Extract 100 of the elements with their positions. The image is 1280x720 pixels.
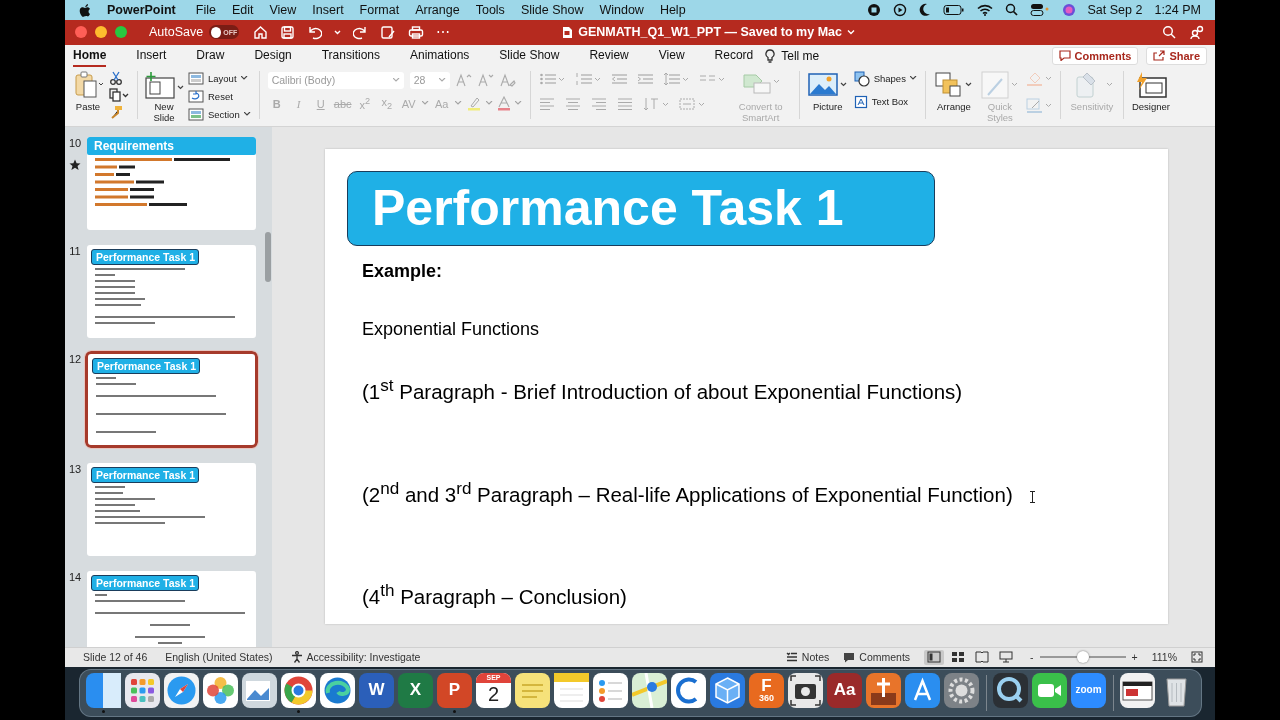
language-button[interactable]: English (United States) [165, 651, 273, 664]
share-button[interactable]: Share [1146, 46, 1207, 65]
fit-window-icon[interactable] [1191, 651, 1203, 664]
layout-button[interactable]: Layout [188, 71, 251, 87]
lens-icon[interactable] [993, 672, 1028, 708]
search-icon[interactable] [1162, 25, 1176, 40]
moon-icon[interactable] [918, 2, 931, 17]
ribbon-tab[interactable]: Transitions [321, 44, 380, 67]
app-menu[interactable]: PowerPoint [91, 2, 188, 17]
apple-icon[interactable] [79, 2, 91, 17]
designer-button[interactable]: Designer [1131, 71, 1170, 113]
wifi-icon[interactable] [976, 3, 993, 16]
zoom-in-button[interactable]: + [1131, 651, 1138, 664]
zoom-slider-thumb[interactable] [1076, 651, 1089, 664]
menu-item[interactable]: File [187, 2, 224, 17]
menu-item[interactable]: Arrange [407, 2, 468, 17]
cube-icon[interactable] [710, 672, 745, 708]
flower-icon[interactable] [203, 672, 238, 708]
section-button[interactable]: Section [188, 107, 251, 123]
shapes-button[interactable]: Shapes [853, 71, 917, 87]
ribbon-tab[interactable]: Review [589, 44, 629, 67]
caret-icon[interactable] [243, 112, 251, 118]
checklist-icon[interactable] [593, 672, 628, 708]
people-icon[interactable] [1190, 24, 1205, 40]
text-box-button[interactable]: Text Box [853, 94, 917, 110]
orb-icon[interactable] [1061, 2, 1076, 17]
wave-logo-icon[interactable] [320, 672, 355, 708]
paste-button[interactable]: Paste [73, 71, 103, 113]
font-color-icon[interactable] [496, 96, 511, 112]
print-icon[interactable] [408, 24, 425, 40]
reset-icon [188, 90, 204, 104]
letter-tile-icon[interactable]: Aa [827, 672, 862, 708]
ribbon-tab[interactable]: View [658, 44, 685, 67]
notes-button[interactable]: Notes [785, 651, 830, 664]
a-shape-icon[interactable] [905, 672, 940, 708]
thumbnail-title: Requirements [87, 136, 256, 155]
undo-icon[interactable] [307, 24, 323, 40]
ribbon-tab[interactable]: Insert [136, 44, 167, 67]
scissors-icon[interactable] [109, 71, 123, 86]
zoom-button[interactable] [115, 26, 127, 39]
save-as-icon[interactable] [380, 24, 397, 40]
gear-icon[interactable] [944, 672, 979, 708]
menu-item[interactable]: Format [351, 2, 408, 17]
save-icon[interactable] [280, 24, 296, 40]
comments-button[interactable]: Comments [843, 651, 911, 664]
map-icon[interactable] [632, 672, 667, 708]
image-stack-icon[interactable] [242, 672, 277, 708]
notebook-icon[interactable] [554, 672, 589, 708]
comments-button[interactable]: Comments [1051, 46, 1139, 65]
minimize-button[interactable] [95, 26, 107, 39]
menu-item[interactable]: Tools [467, 2, 513, 17]
two-tone-tile-icon[interactable] [86, 672, 121, 708]
tell-me-field[interactable]: Tell me [781, 48, 820, 63]
ribbon-tab[interactable]: Draw [196, 44, 225, 67]
menu-item[interactable]: Window [591, 2, 652, 17]
letter-tile-icon[interactable]: W [359, 672, 394, 708]
caret-icon[interactable] [240, 76, 248, 82]
control-center-icon[interactable] [1029, 3, 1050, 17]
view-button[interactable] [924, 649, 945, 665]
arc-logo-icon[interactable] [671, 672, 706, 708]
redo-icon[interactable] [353, 24, 369, 40]
new-slide-button[interactable]: New Slide [146, 71, 182, 124]
home-icon[interactable] [253, 24, 269, 40]
camera-icon[interactable] [788, 672, 823, 708]
letter-tile-icon[interactable]: P [437, 672, 472, 708]
search-icon[interactable] [1004, 3, 1018, 17]
caret-icon[interactable] [909, 76, 917, 82]
zoom-out-button[interactable]: - [1030, 651, 1034, 664]
menu-item[interactable]: Slide Show [512, 2, 592, 17]
layout-icon [188, 72, 204, 86]
compass-icon[interactable] [164, 672, 199, 708]
menu-item[interactable]: Edit [223, 2, 262, 17]
document-title[interactable]: GENMATH_Q1_W1_PPT — Saved to my Mac [578, 25, 842, 40]
battery-icon[interactable] [942, 3, 965, 16]
scrollbar-thumb[interactable] [265, 231, 271, 282]
app-grid-icon[interactable] [125, 672, 160, 708]
copy-icon[interactable] [109, 88, 129, 103]
play-icon[interactable] [892, 2, 907, 17]
arrange-button[interactable]: Arrange [933, 71, 974, 113]
menu-item[interactable]: View [261, 2, 305, 17]
cross-book-icon[interactable] [866, 672, 901, 708]
more-button[interactable]: ⋯ [436, 24, 451, 41]
letter-tile-icon[interactable]: X [398, 672, 433, 708]
ribbon-tab[interactable]: Animations [410, 44, 470, 67]
accessibility-button[interactable]: Accessibility: Investigate [290, 651, 421, 664]
stop-icon[interactable] [866, 2, 881, 17]
ribbon-tab[interactable]: Record [714, 44, 754, 67]
menu-item[interactable]: Help [651, 2, 694, 17]
reset-button[interactable]: Reset [188, 89, 251, 105]
video-camera-icon[interactable] [1032, 672, 1067, 708]
circle-logo-icon[interactable] [281, 672, 316, 708]
ribbon-tab[interactable]: Slide Show [499, 44, 560, 67]
ribbon-tab[interactable]: Design [254, 44, 292, 67]
ribbon-tab[interactable]: Home [73, 44, 107, 67]
window-thumbnail-icon[interactable] [1120, 672, 1155, 708]
picture-button[interactable]: Picture [807, 71, 848, 113]
menu-item[interactable]: Insert [304, 2, 352, 17]
caret-icon[interactable] [846, 28, 855, 37]
note-pad-icon[interactable] [515, 672, 550, 708]
text-cursor-icon [1029, 490, 1036, 503]
